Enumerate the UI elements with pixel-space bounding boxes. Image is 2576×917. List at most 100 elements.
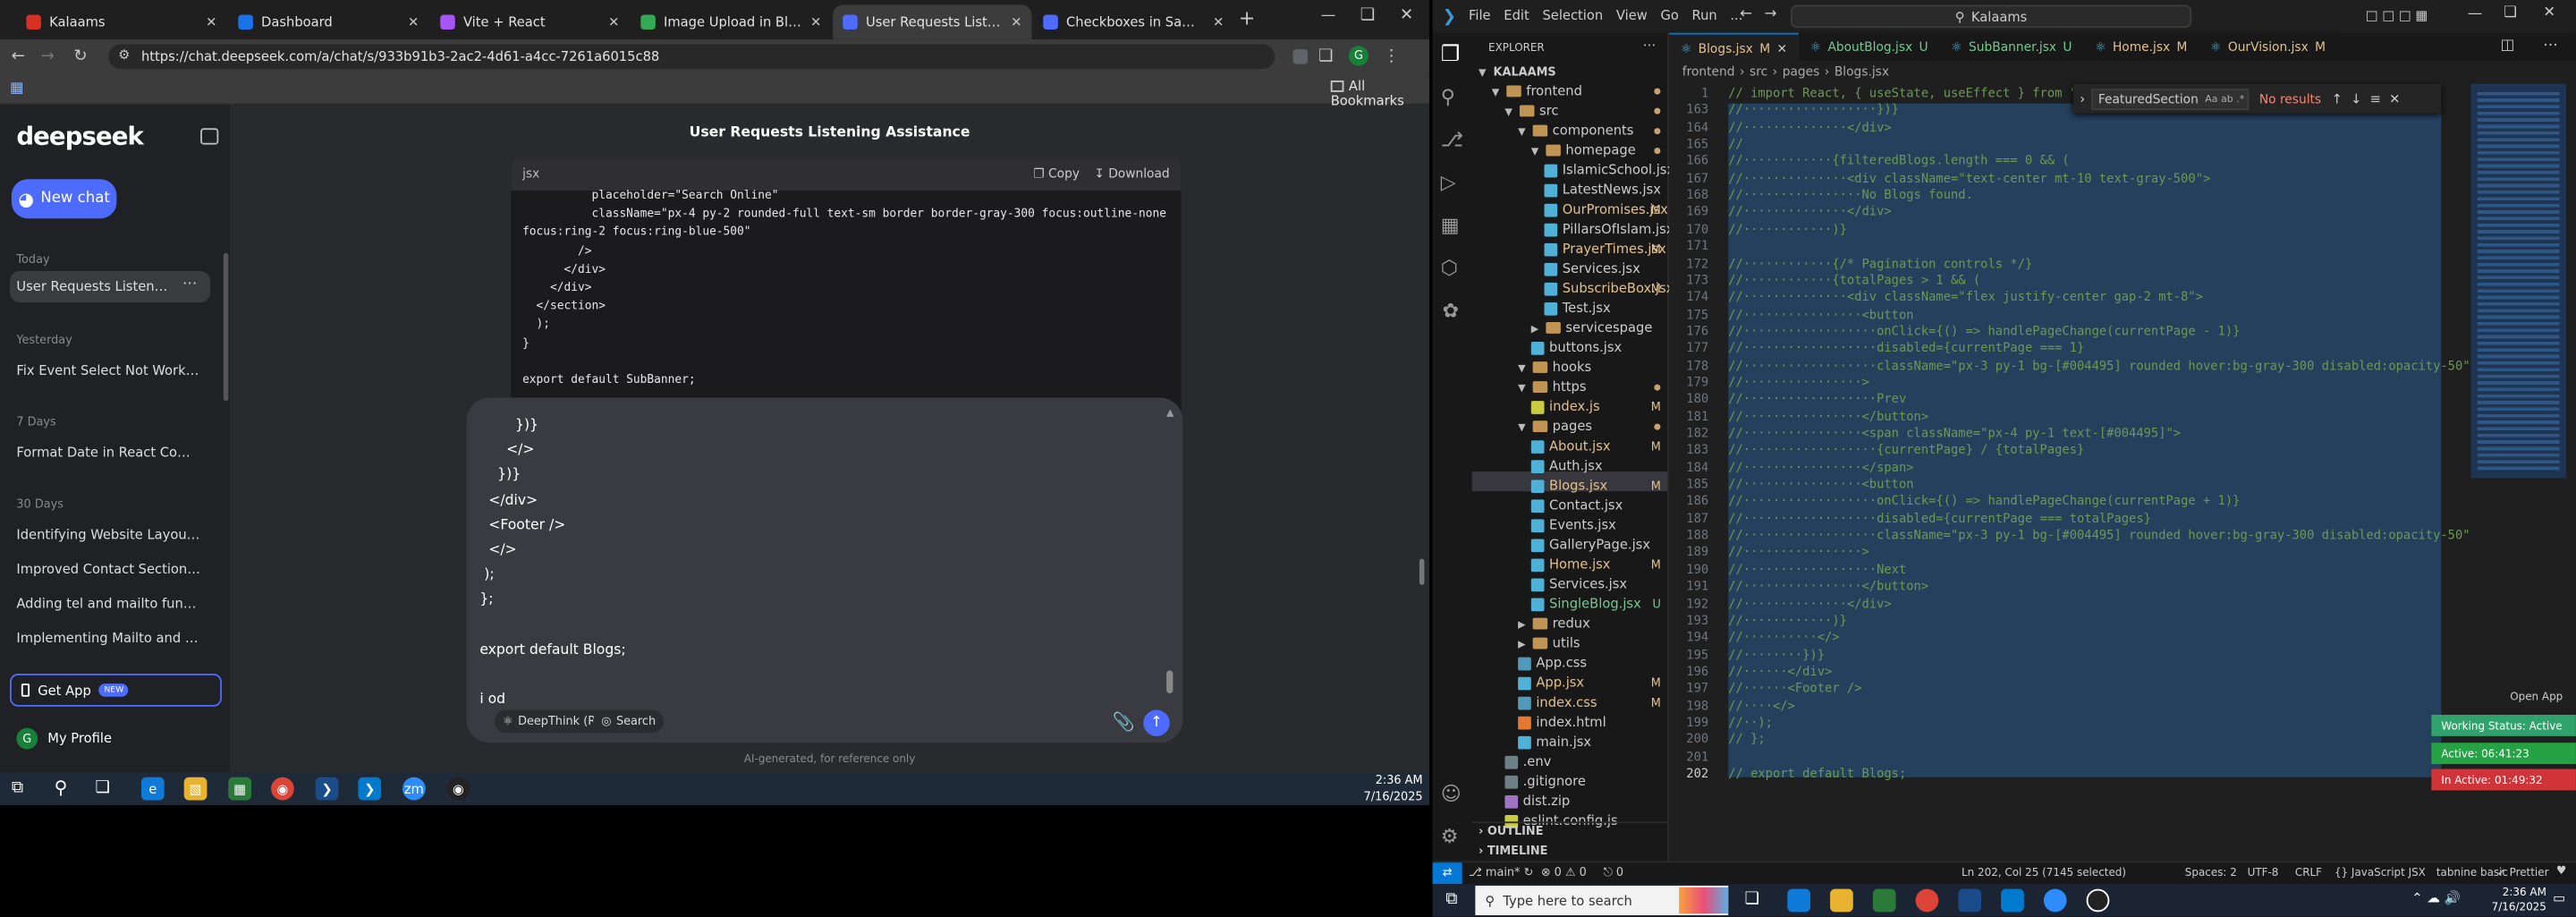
tree-file[interactable]: PillarsOfIslam.jsx [1544,220,1674,240]
tree-file[interactable]: App.jsx M [1518,674,1667,693]
tab-close-icon[interactable]: ✕ [1776,40,1787,55]
nav-forward-icon[interactable]: → [1765,6,1777,22]
apps-grid-icon[interactable]: ▦ [10,81,24,97]
tab-close-icon[interactable]: ✕ [206,15,216,30]
new-tab-button[interactable]: + [1239,6,1255,30]
site-info-icon[interactable]: ⚙ [118,47,130,63]
browser-tab[interactable]: User Requests Listening Assis ✕ [833,4,1032,40]
windows-start-icon[interactable]: ⧉ [12,779,23,797]
store-icon[interactable] [1872,888,1896,913]
message-input-text[interactable]: })} </> })} </div> <Footer /> </> );}; ex… [479,414,1137,714]
menu-dots-icon[interactable]: ⋮ [1380,45,1403,68]
command-center-search[interactable]: ⚲ Kalaams [1791,4,2192,29]
tree-file[interactable]: PrayerTimes.jsx M [1544,240,1667,259]
tree-file[interactable]: App.css [1518,654,1667,674]
history-item[interactable]: Identifying Website Layout Image [16,528,200,543]
tree-file[interactable]: SubscribeBox.jsx M [1544,279,1674,299]
match-options-icons[interactable]: Aa ab .* [2205,89,2244,107]
run-debug-icon[interactable]: ▷ [1441,171,1456,194]
tree-folder[interactable]: ▶ utils [1518,634,1667,654]
ports-count[interactable]: ⎋ 0 [1604,866,1623,881]
browser-tab[interactable]: Checkboxes in Same Row ✕ [1033,5,1233,40]
more-actions-icon[interactable]: ⋯ [2543,38,2558,54]
zoom-icon[interactable] [2043,888,2067,913]
open-app-link[interactable]: Open App [2457,690,2576,707]
history-item[interactable]: Improved Contact Section Styling [16,562,200,577]
input-scrollbar[interactable] [1166,670,1174,694]
layout-icons[interactable]: □ □ □ ▦ [2366,8,2428,23]
problems-count[interactable]: ⊗ 0 ⚠ 0 [1541,866,1587,879]
tree-file[interactable]: index.css M [1518,693,1667,713]
tree-file[interactable]: index.html [1518,713,1667,733]
edge-icon[interactable]: e [140,777,165,801]
history-item[interactable]: Adding tel and mailto functionality [16,597,200,612]
vscode-icon[interactable]: ❯ [358,777,382,801]
address-bar[interactable]: ⚙ https://chat.deepseek.com/a/chat/s/933… [108,44,1275,70]
remote-icon[interactable]: ⬡ [1441,257,1458,280]
outline-section[interactable]: › OUTLINE [1479,825,1543,838]
git-branch[interactable]: ⎇ main* ↻ [1469,866,1533,879]
tree-folder[interactable]: ▼ pages ● [1518,418,1667,437]
extensions-icon[interactable]: ▦ [1441,214,1460,237]
tree-file[interactable]: About.jsx M [1530,437,1667,457]
browser-tab[interactable]: Kalaams ✕ [16,5,226,40]
cursor-position[interactable]: Ln 202, Col 25 (7145 selected) [1962,866,2126,879]
browser-tab[interactable]: Dashboard ✕ [228,5,428,40]
breadcrumb-item[interactable]: pages [1783,64,1820,80]
chrome-icon[interactable]: ◉ [271,777,294,801]
menu-item[interactable]: Selection [1542,8,1603,23]
tree-file[interactable]: .env [1504,752,1667,772]
collapse-sidebar-icon[interactable] [200,128,219,145]
message-input-box[interactable]: })} </> })} </div> <Footer /> </> );}; ex… [466,397,1183,743]
tree-folder[interactable]: ▼ components ● [1518,122,1667,141]
copy-button[interactable]: ❐ Copy [1033,166,1080,182]
app-icon[interactable]: ◉ [446,777,470,801]
tree-file[interactable]: Home.jsx M [1530,556,1667,575]
editor-tab[interactable]: ⚛ Home.jsx M [2083,32,2199,61]
back-icon[interactable]: ← [6,45,30,68]
attach-icon[interactable]: 📎 [1112,711,1134,733]
tree-folder[interactable]: ▼ hooks [1518,358,1667,378]
split-editor-icon[interactable]: ◫ [2500,38,2514,54]
notifications-icon[interactable]: ♥ [2556,864,2567,878]
minimize-icon[interactable]: — [2468,6,2483,22]
tree-folder[interactable]: ▶ servicespage [1531,318,1667,338]
tab-close-icon[interactable]: ✕ [1213,15,1224,30]
new-chat-button[interactable]: ◕ New chat [11,179,117,219]
code-editor[interactable]: 1 // import React, { useState, useEffect … [1669,82,2474,789]
source-control-icon[interactable]: ⎇ [1441,128,1463,151]
edge-icon[interactable] [1787,888,1811,913]
tree-file[interactable]: Services.jsx [1530,575,1667,595]
tree-file[interactable]: main.jsx [1518,733,1667,752]
search-icon[interactable]: ⚲ [55,777,68,799]
download-button[interactable]: ↧ Download [1094,166,1169,182]
explorer-icon[interactable]: ❐ [1441,43,1460,68]
task-view-icon[interactable]: ❏ [96,779,110,797]
chrome-icon[interactable] [1915,888,1939,913]
notification-center-icon[interactable]: ▭ [2553,890,2565,905]
tree-folder[interactable]: ▼ src ● [1504,102,1667,122]
history-item[interactable]: Implementing Mailto and Telto Feature [16,631,200,646]
expand-replace-icon[interactable]: › [2080,91,2085,106]
minimize-icon[interactable]: — [1321,8,1336,24]
account-icon[interactable]: ☺ [1441,782,1462,805]
send-button[interactable]: ↑ [1143,709,1170,736]
tree-file[interactable]: GalleryPage.jsx [1530,536,1667,556]
maximize-icon[interactable]: ❏ [1360,6,1375,24]
menu-item[interactable]: Run [1692,8,1717,23]
prettier-status[interactable]: ✓ Prettier [2497,866,2549,879]
tab-close-icon[interactable]: ✕ [1011,15,1021,30]
browser-tab[interactable]: Vite + React ✕ [430,5,629,40]
all-bookmarks[interactable]: All Bookmarks [1330,79,1429,108]
close-window-icon[interactable]: ✕ [2543,5,2555,21]
extension-icon[interactable] [1288,45,1311,68]
more-actions-icon[interactable]: ⋯ [1643,38,1657,53]
tab-close-icon[interactable]: ✕ [608,15,619,30]
vscode-blue-icon[interactable]: ❯ [315,777,339,801]
tree-file[interactable]: .gitignore [1504,772,1667,792]
tree-file[interactable]: Auth.jsx [1530,457,1667,477]
get-app-button[interactable]: Get App NEW [10,674,222,707]
find-in-selection-icon[interactable]: ≡ [2370,91,2381,106]
line-ending[interactable]: CRLF [2295,866,2322,879]
browser-tab[interactable]: Image Upload in Blog Editor ✕ [631,5,831,40]
